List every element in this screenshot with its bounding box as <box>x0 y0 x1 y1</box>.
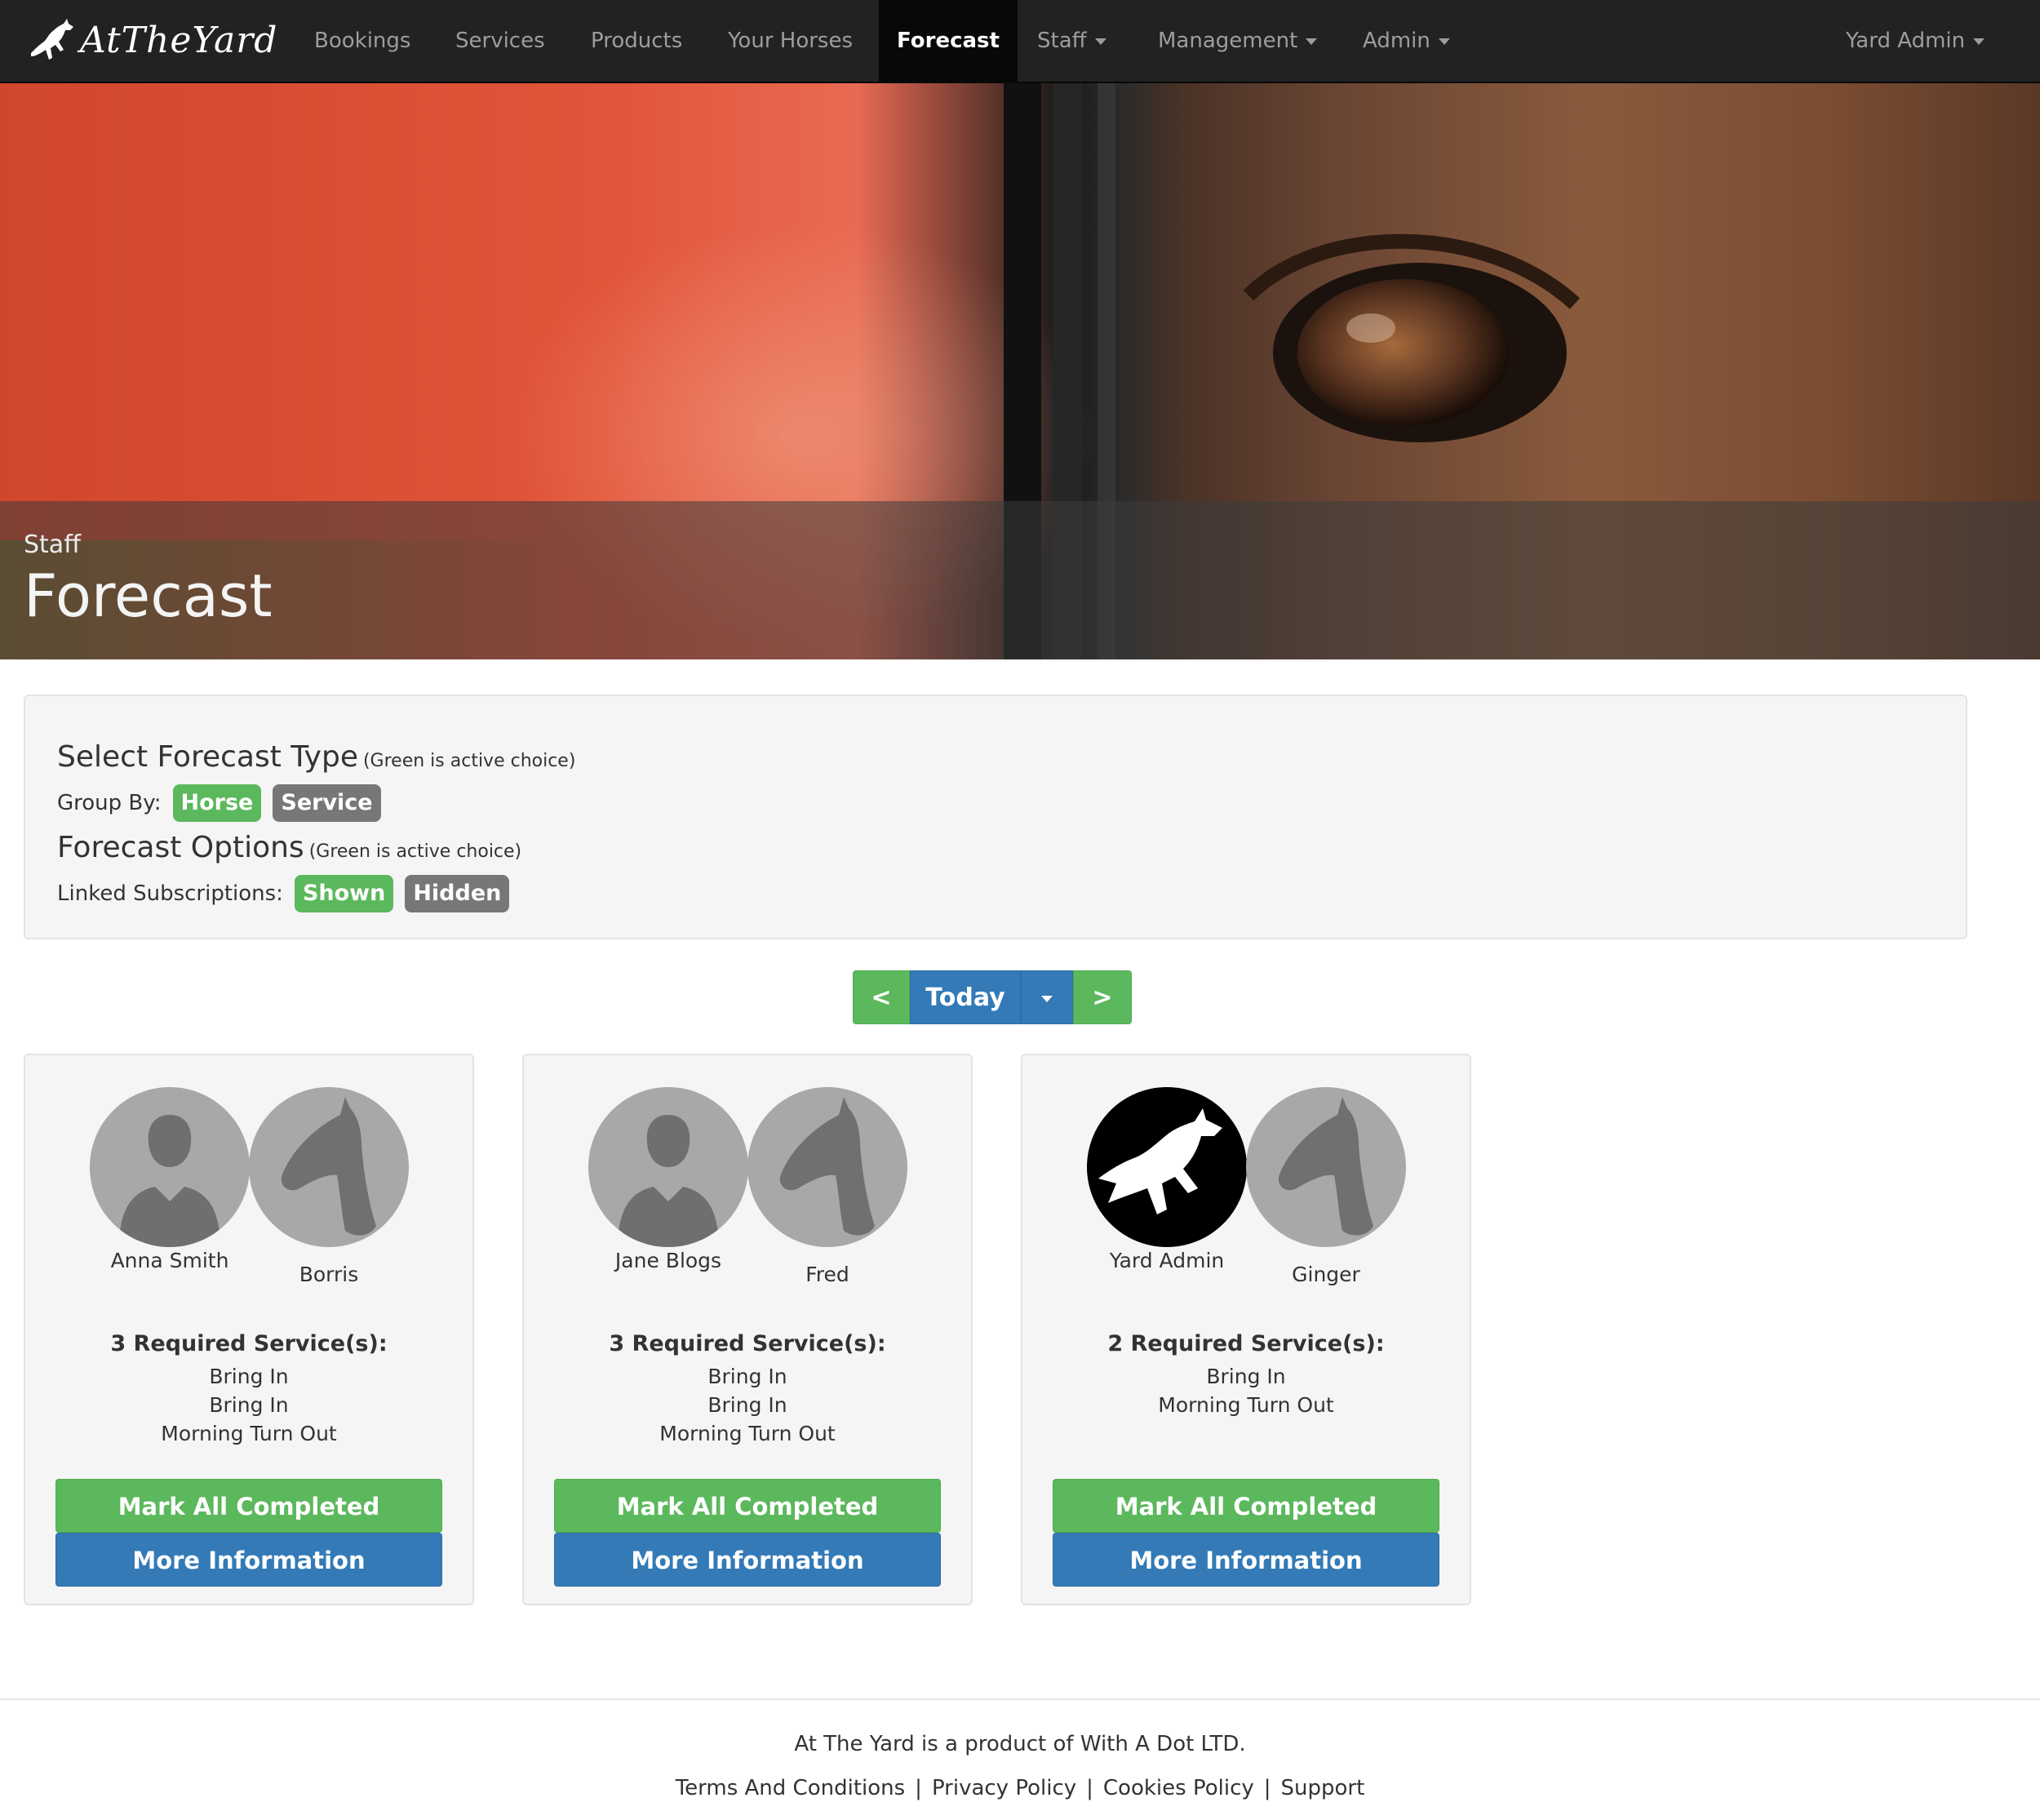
nav-forecast[interactable]: Forecast <box>879 0 1018 82</box>
mark-all-completed-button[interactable]: Mark All Completed <box>1053 1479 1439 1533</box>
user-menu-dropdown[interactable]: Yard Admin <box>1846 0 1985 82</box>
caret-down-icon <box>1973 38 1985 45</box>
terms-link[interactable]: Terms And Conditions <box>676 1776 905 1800</box>
brand-name: AtTheYard <box>80 19 278 61</box>
forecast-type-heading: Select Forecast Type (Green is active cho… <box>57 740 575 774</box>
forecast-options-note: (Green is active choice) <box>308 841 522 862</box>
privacy-link[interactable]: Privacy Policy <box>932 1776 1076 1800</box>
person-name: Anna Smith <box>110 1249 229 1272</box>
forecast-type-note: (Green is active choice) <box>362 751 576 771</box>
services-list: Bring In Bring In Morning Turn Out <box>25 1362 472 1448</box>
forecast-card: Yard Admin Ginger 2 Required Service(s):… <box>1021 1054 1471 1605</box>
footer-links: Terms And Conditions | Privacy Policy | Cook… <box>0 1776 2040 1800</box>
date-picker-dropdown[interactable] <box>1021 970 1073 1024</box>
mark-all-completed-button[interactable]: Mark All Completed <box>55 1479 442 1533</box>
service-item: Bring In <box>209 1393 289 1417</box>
page-subtitle: Staff <box>24 530 81 559</box>
jumping-horse-logo-icon <box>31 19 73 60</box>
user-name: Yard Admin <box>1846 29 1966 53</box>
forecast-card: Jane Blogs Fred 3 Required Service(s): B… <box>522 1054 973 1605</box>
jumping-horse-icon <box>1087 1087 1247 1247</box>
service-item: Morning Turn Out <box>1158 1393 1334 1417</box>
page-title: Forecast <box>24 562 273 630</box>
horse-name: Ginger <box>1292 1263 1360 1286</box>
forecast-options-heading-text: Forecast Options <box>57 831 304 864</box>
more-information-button[interactable]: More Information <box>554 1533 941 1587</box>
linked-subscriptions-row: Linked Subscriptions: Shown Hidden <box>57 874 510 913</box>
nav-admin-label: Admin <box>1363 29 1430 53</box>
forecast-options-panel: Select Forecast Type (Green is active cho… <box>24 695 1967 939</box>
required-services-count: 2 Required Service(s): <box>1107 1331 1385 1356</box>
more-information-button[interactable]: More Information <box>1053 1533 1439 1587</box>
nav-management-dropdown[interactable]: Management <box>1158 0 1318 82</box>
today-button[interactable]: Today <box>910 970 1021 1024</box>
more-information-button[interactable]: More Information <box>55 1533 442 1587</box>
required-services-count: 3 Required Service(s): <box>609 1331 886 1356</box>
group-by-row: Group By: Horse Service <box>57 783 381 823</box>
forecast-type-heading-text: Select Forecast Type <box>57 740 358 774</box>
services-list: Bring In Morning Turn Out <box>1022 1362 1470 1419</box>
hero-banner: Staff Forecast <box>0 83 2040 659</box>
previous-day-button[interactable]: < <box>853 970 910 1024</box>
person-name: Jane Blogs <box>614 1249 722 1272</box>
separator: | <box>1263 1776 1271 1800</box>
hero-title-band <box>0 501 2040 659</box>
support-link[interactable]: Support <box>1281 1776 1365 1800</box>
nav-products[interactable]: Products <box>591 0 682 82</box>
nav-your-horses[interactable]: Your Horses <box>728 0 853 82</box>
services-list: Bring In Bring In Morning Turn Out <box>524 1362 971 1448</box>
next-day-button[interactable]: > <box>1073 970 1132 1024</box>
group-by-service-toggle[interactable]: Service <box>273 784 381 822</box>
forecast-options-heading: Forecast Options (Green is active choice) <box>57 831 521 864</box>
required-services-count: 3 Required Service(s): <box>110 1331 388 1356</box>
cookies-link[interactable]: Cookies Policy <box>1103 1776 1254 1800</box>
nav-admin-dropdown[interactable]: Admin <box>1363 0 1450 82</box>
footer-credit: At The Yard is a product of With A Dot L… <box>794 1732 1246 1756</box>
service-item: Bring In <box>707 1393 787 1417</box>
top-navbar: AtTheYard Bookings Services Products You… <box>0 0 2040 83</box>
person-name: Yard Admin <box>1109 1249 1225 1272</box>
horse-name: Fred <box>805 1263 849 1286</box>
service-item: Bring In <box>209 1365 289 1388</box>
horse-head-icon <box>747 1087 907 1247</box>
group-by-horse-toggle[interactable]: Horse <box>172 784 262 822</box>
footer-divider <box>0 1698 2040 1700</box>
service-item: Bring In <box>1206 1365 1286 1388</box>
separator: | <box>915 1776 922 1800</box>
horse-name: Borris <box>299 1263 359 1286</box>
service-item: Morning Turn Out <box>659 1422 836 1445</box>
service-item: Morning Turn Out <box>161 1422 337 1445</box>
nav-management-label: Management <box>1158 29 1298 53</box>
separator: | <box>1086 1776 1093 1800</box>
linked-shown-toggle[interactable]: Shown <box>294 875 394 912</box>
nav-services[interactable]: Services <box>455 0 545 82</box>
mark-all-completed-button[interactable]: Mark All Completed <box>554 1479 941 1533</box>
nav-staff-dropdown[interactable]: Staff <box>1037 0 1106 82</box>
linked-subscriptions-label: Linked Subscriptions: <box>57 881 283 906</box>
person-silhouette-icon <box>588 1087 748 1247</box>
nav-bookings[interactable]: Bookings <box>314 0 410 82</box>
forecast-card: Anna Smith Borris 3 Required Service(s):… <box>24 1054 474 1605</box>
linked-hidden-toggle[interactable]: Hidden <box>405 875 510 912</box>
brand-logo[interactable]: AtTheYard <box>28 13 277 67</box>
group-by-label: Group By: <box>57 791 162 815</box>
date-navigation: < Today > <box>853 970 1132 1024</box>
person-silhouette-icon <box>90 1087 250 1247</box>
caret-down-icon <box>1094 38 1106 45</box>
horse-head-icon <box>249 1087 409 1247</box>
caret-down-icon <box>1438 38 1450 45</box>
nav-staff-label: Staff <box>1037 29 1087 53</box>
caret-down-icon <box>1041 995 1053 1002</box>
horse-head-icon <box>1246 1087 1406 1247</box>
caret-down-icon <box>1306 38 1318 45</box>
service-item: Bring In <box>707 1365 787 1388</box>
